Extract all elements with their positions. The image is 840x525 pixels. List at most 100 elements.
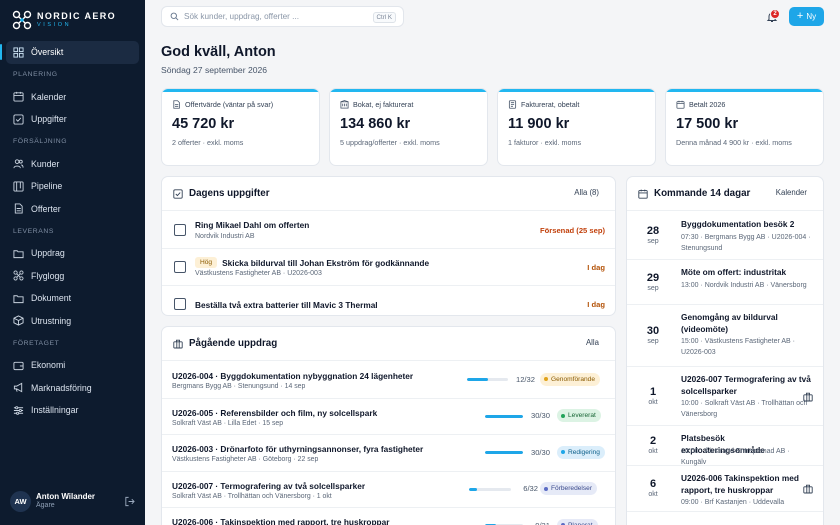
event-day: 2 — [649, 435, 657, 447]
stat-sub: Denna månad 4 900 kr · exkl. moms — [676, 138, 792, 147]
event-row[interactable]: 28 sep Byggdokumentation besök 2 07:30 · Be… — [627, 212, 823, 260]
sidebar-item-label: Utrustning — [31, 315, 72, 326]
mission-row[interactable]: U2026-006 · Takinspektion med rapport, t… — [162, 508, 615, 525]
sidebar-item-flightlog[interactable]: Flyglogg — [6, 265, 139, 288]
mission-title: U2026-005 · Referensbilder och film, ny … — [172, 407, 378, 418]
users-icon — [13, 159, 24, 169]
mission-progress-bar — [467, 378, 508, 381]
sidebar-item-pipeline[interactable]: Pipeline — [6, 175, 139, 198]
mission-count: 12/32 — [515, 374, 535, 384]
search-bar[interactable]: Ctrl K — [161, 6, 404, 27]
event-title: Byggdokumentation besök 2 — [681, 219, 795, 229]
task-checkbox[interactable] — [174, 261, 186, 273]
event-row[interactable]: 1 okt U2026-007 Termografering av två solc… — [627, 367, 823, 426]
logo[interactable]: NORDIC AERO VISION — [12, 10, 116, 30]
sidebar-item-tasks[interactable]: Uppgifter — [6, 108, 139, 131]
stat-card-booked[interactable]: Bokat, ej fakturerat 134 860 kr 5 uppdra… — [329, 88, 488, 166]
logout-icon[interactable] — [124, 496, 135, 507]
event-day: 28 — [646, 225, 660, 237]
briefcase-icon — [173, 339, 183, 348]
checkbox-icon — [13, 114, 24, 125]
status-dot — [561, 413, 565, 418]
new-button[interactable]: + Ny — [789, 7, 824, 26]
stat-value: 134 860 kr — [340, 116, 411, 132]
sidebar-item-label: Uppgifter — [31, 114, 67, 125]
mission-sub: Solkraft Väst AB · Lilla Edet · 15 sep — [172, 419, 284, 427]
card-title: Pågående uppdrag — [189, 338, 278, 349]
mission-row[interactable]: U2026-003 · Drönarfoto för uthyrningsann… — [162, 435, 615, 472]
event-sub: 15:00 · Västkustens Fastigheter AB · U20… — [681, 338, 796, 356]
sidebar-item-customers[interactable]: Kunder — [6, 153, 139, 176]
stat-sub: 2 offerter · exkl. moms — [172, 138, 244, 147]
nav-section-sales: FÖRSÄLJNING — [13, 138, 68, 145]
event-month: okt — [648, 448, 658, 455]
folder-icon — [13, 295, 24, 303]
mission-count: 30/30 — [530, 447, 550, 457]
event-row[interactable]: 30 sep Genomgång av bildurval (videomöte) 1… — [627, 305, 823, 367]
all-tasks-link[interactable]: Alla (8) — [574, 188, 599, 197]
sidebar-item-calendar[interactable]: Kalender — [6, 86, 139, 109]
user-profile[interactable]: AW Anton Wilander Ägare — [10, 491, 135, 512]
status-label: Planerat — [568, 521, 593, 525]
event-sub: 09:00 · Brf Kastanjen · Uddevalla — [681, 499, 785, 506]
task-sub: Västkustens Fastigheter AB · U2026-003 — [195, 270, 322, 277]
sidebar-item-documents[interactable]: Dokument — [6, 287, 139, 310]
stat-card-invoiced-unpaid[interactable]: Fakturerat, obetalt 11 900 kr 1 fakturor… — [497, 88, 656, 166]
mission-row[interactable]: U2026-007 · Termografering av två solcel… — [162, 472, 615, 508]
sidebar-item-economy[interactable]: Ekonomi — [6, 354, 139, 377]
mission-row[interactable]: U2026-005 · Referensbilder och film, ny … — [162, 399, 615, 435]
sidebar-item-missions[interactable]: Uppdrag — [6, 242, 139, 265]
search-shortcut: Ctrl K — [372, 12, 396, 23]
building-icon — [340, 100, 349, 109]
status-dot — [544, 486, 548, 491]
task-checkbox[interactable] — [174, 298, 186, 310]
upcoming-card: Kommande 14 dagar Kalender 28 sep Byggdoku… — [626, 176, 824, 525]
event-month: okt — [648, 491, 658, 498]
mission-progress-fill — [485, 451, 523, 454]
event-sub: 07:30 · Bergmans Bygg AB · U2026-004 · S… — [681, 233, 811, 252]
mission-progress-bar — [469, 487, 511, 491]
status-badge: Planerat — [557, 518, 598, 525]
status-label: Levererat — [568, 412, 596, 419]
sidebar-item-label: Uppdrag — [31, 248, 65, 259]
sidebar-item-overview[interactable]: Översikt — [0, 41, 139, 64]
mission-count: 6/32 — [523, 484, 538, 493]
task-sub: Nordvik Industri AB — [195, 233, 255, 240]
task-row[interactable]: Hög Skicka bildurval till Johan Ekström … — [162, 249, 615, 286]
task-row[interactable]: Beställa två extra batterier till Mavic … — [162, 286, 615, 315]
grid-icon — [13, 47, 24, 58]
sidebar-item-label: Kunder — [31, 158, 60, 169]
nav-section-planning: PLANERING — [13, 71, 58, 78]
user-role: Ägare — [36, 502, 55, 510]
task-checkbox[interactable] — [174, 224, 186, 236]
drone-logo-icon — [12, 10, 32, 30]
sidebar-item-label: Offerter — [31, 203, 61, 214]
sidebar-item-offers[interactable]: Offerter — [6, 198, 139, 221]
search-input[interactable] — [184, 12, 374, 21]
sidebar-item-settings[interactable]: Inställningar — [6, 399, 139, 422]
event-title: Möte om offert: industritak — [681, 267, 787, 277]
event-title: U2026-006 Takinspektion med rapport, tre… — [681, 473, 799, 495]
event-row[interactable]: 6 okt U2026-006 Takinspektion med rapport,… — [627, 466, 823, 512]
event-month: sep — [647, 338, 659, 345]
mission-count: 9/31 — [535, 520, 550, 525]
mission-title: U2026-007 · Termografering av två solcel… — [172, 480, 366, 491]
status-badge: Redigering — [557, 445, 605, 459]
task-status: Försenad (25 sep) — [540, 226, 605, 235]
all-missions-link[interactable]: Alla — [586, 338, 599, 347]
sidebar-item-label: Ekonomi — [31, 360, 66, 371]
event-sub: 10:00 · Älvstrand Entreprenad AB · Kungä… — [681, 447, 790, 466]
mission-row[interactable]: U2026-004 · Byggdokumentation nybyggnati… — [162, 362, 615, 399]
sidebar-item-equipment[interactable]: Utrustning — [6, 310, 139, 333]
event-month: sep — [647, 284, 659, 292]
calendar-icon — [13, 92, 24, 102]
folder-icon — [13, 250, 24, 258]
event-row[interactable]: 2 okt Platsbesök exploateringsområde 10:00 … — [627, 426, 823, 466]
sidebar-item-marketing[interactable]: Marknadsföring — [6, 377, 139, 400]
stat-card-offer-value[interactable]: Offertvärde (väntar på svar) 45 720 kr 2… — [161, 88, 320, 166]
stat-card-paid[interactable]: Betalt 2026 17 500 kr Denna månad 4 900 … — [665, 88, 824, 166]
event-row[interactable]: 29 sep Möte om offert: industritak 13:00 · … — [627, 260, 823, 305]
calendar-link[interactable]: Kalender — [776, 188, 807, 197]
checkbox-icon — [173, 188, 183, 199]
task-row[interactable]: Ring Mikael Dahl om offerten Nordvik Ind… — [162, 212, 615, 249]
